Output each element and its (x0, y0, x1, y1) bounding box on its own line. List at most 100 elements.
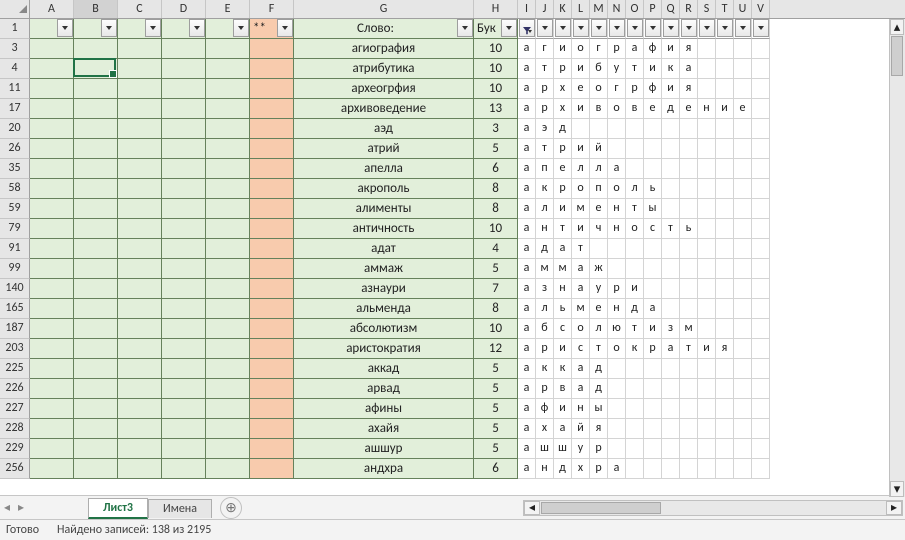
letter-cell[interactable]: ж (590, 259, 608, 279)
cell-B[interactable] (74, 439, 118, 459)
cell-D[interactable] (162, 39, 206, 59)
cell-D[interactable] (162, 359, 206, 379)
letter-cell[interactable] (752, 459, 770, 479)
letter-cell[interactable]: д (590, 379, 608, 399)
word-cell[interactable]: акрополь (294, 179, 474, 199)
letter-cell[interactable] (698, 439, 716, 459)
cell-A[interactable] (30, 119, 74, 139)
filter-button-D[interactable] (189, 19, 205, 37)
cell-F[interactable] (250, 159, 294, 179)
letter-cell[interactable] (698, 79, 716, 99)
letter-cell[interactable] (680, 439, 698, 459)
header-cell-P[interactable] (644, 19, 662, 39)
tab-nav-first[interactable]: ◂ (0, 498, 14, 518)
letter-cell[interactable] (662, 419, 680, 439)
letter-cell[interactable] (590, 239, 608, 259)
header-cell-T[interactable] (716, 19, 734, 39)
cell-A[interactable] (30, 319, 74, 339)
letter-cell[interactable] (752, 379, 770, 399)
letter-cell[interactable] (662, 379, 680, 399)
letter-cell[interactable] (752, 179, 770, 199)
letter-cell[interactable] (752, 319, 770, 339)
letter-cell[interactable]: и (572, 59, 590, 79)
filter-button-I[interactable] (519, 19, 535, 37)
filter-button-V[interactable] (753, 19, 769, 37)
cell-A[interactable] (30, 439, 74, 459)
cell-F[interactable] (250, 359, 294, 379)
letter-cell[interactable]: д (554, 119, 572, 139)
letter-cell[interactable] (608, 119, 626, 139)
letter-cell[interactable] (734, 459, 752, 479)
cell-C[interactable] (118, 99, 162, 119)
letter-cell[interactable] (752, 419, 770, 439)
cell-E[interactable] (206, 199, 250, 219)
header-cell-H[interactable]: Бук (474, 19, 518, 39)
sheet-tab-inactive[interactable]: Имена (148, 499, 212, 518)
cell-D[interactable] (162, 239, 206, 259)
length-cell[interactable]: 13 (474, 99, 518, 119)
length-cell[interactable]: 8 (474, 299, 518, 319)
letter-cell[interactable] (752, 79, 770, 99)
letter-cell[interactable] (644, 459, 662, 479)
letter-cell[interactable] (716, 279, 734, 299)
letter-cell[interactable] (734, 399, 752, 419)
letter-cell[interactable]: а (518, 379, 536, 399)
letter-cell[interactable]: и (554, 399, 572, 419)
row-header[interactable]: 59 (0, 199, 30, 219)
cell-C[interactable] (118, 319, 162, 339)
scroll-up-button[interactable]: ▴ (890, 19, 904, 35)
letter-cell[interactable]: а (518, 299, 536, 319)
letter-cell[interactable] (716, 219, 734, 239)
word-cell[interactable]: архивоведение (294, 99, 474, 119)
letter-cell[interactable] (734, 419, 752, 439)
scroll-left-button[interactable]: ◂ (524, 501, 540, 515)
cell-F[interactable] (250, 299, 294, 319)
cell-D[interactable] (162, 219, 206, 239)
letter-cell[interactable]: у (590, 279, 608, 299)
letter-cell[interactable]: а (572, 379, 590, 399)
letter-cell[interactable]: а (572, 279, 590, 299)
length-cell[interactable]: 6 (474, 459, 518, 479)
letter-cell[interactable]: а (518, 79, 536, 99)
column-header-B[interactable]: B (74, 0, 118, 18)
filter-button-F[interactable] (277, 19, 293, 37)
letter-cell[interactable]: н (608, 299, 626, 319)
letter-cell[interactable]: р (554, 139, 572, 159)
vertical-scrollbar[interactable]: ▴ ▾ (889, 19, 905, 497)
letter-cell[interactable] (662, 399, 680, 419)
letter-cell[interactable]: ф (644, 39, 662, 59)
letter-cell[interactable] (752, 399, 770, 419)
letter-cell[interactable]: е (572, 79, 590, 99)
letter-cell[interactable] (752, 239, 770, 259)
letter-cell[interactable] (698, 299, 716, 319)
letter-cell[interactable]: а (572, 259, 590, 279)
horizontal-scrollbar[interactable]: ◂ ▸ (523, 500, 903, 516)
letter-cell[interactable] (752, 359, 770, 379)
cell-A[interactable] (30, 59, 74, 79)
letter-cell[interactable] (626, 239, 644, 259)
cell-C[interactable] (118, 419, 162, 439)
letter-cell[interactable] (662, 459, 680, 479)
row-header[interactable]: 17 (0, 99, 30, 119)
letter-cell[interactable] (644, 419, 662, 439)
letter-cell[interactable] (680, 179, 698, 199)
letter-cell[interactable] (752, 139, 770, 159)
letter-cell[interactable]: а (518, 359, 536, 379)
letter-cell[interactable] (734, 279, 752, 299)
letter-cell[interactable] (680, 459, 698, 479)
letter-cell[interactable] (752, 39, 770, 59)
header-cell-Q[interactable] (662, 19, 680, 39)
letter-cell[interactable] (680, 119, 698, 139)
filter-button-C[interactable] (145, 19, 161, 37)
letter-cell[interactable]: з (536, 279, 554, 299)
filter-button-A[interactable] (57, 19, 73, 37)
row-header[interactable]: 187 (0, 319, 30, 339)
letter-cell[interactable]: т (626, 59, 644, 79)
cell-E[interactable] (206, 359, 250, 379)
letter-cell[interactable] (680, 299, 698, 319)
letter-cell[interactable]: и (662, 39, 680, 59)
cell-D[interactable] (162, 319, 206, 339)
cell-C[interactable] (118, 439, 162, 459)
letter-cell[interactable] (734, 339, 752, 359)
letter-cell[interactable]: о (626, 219, 644, 239)
